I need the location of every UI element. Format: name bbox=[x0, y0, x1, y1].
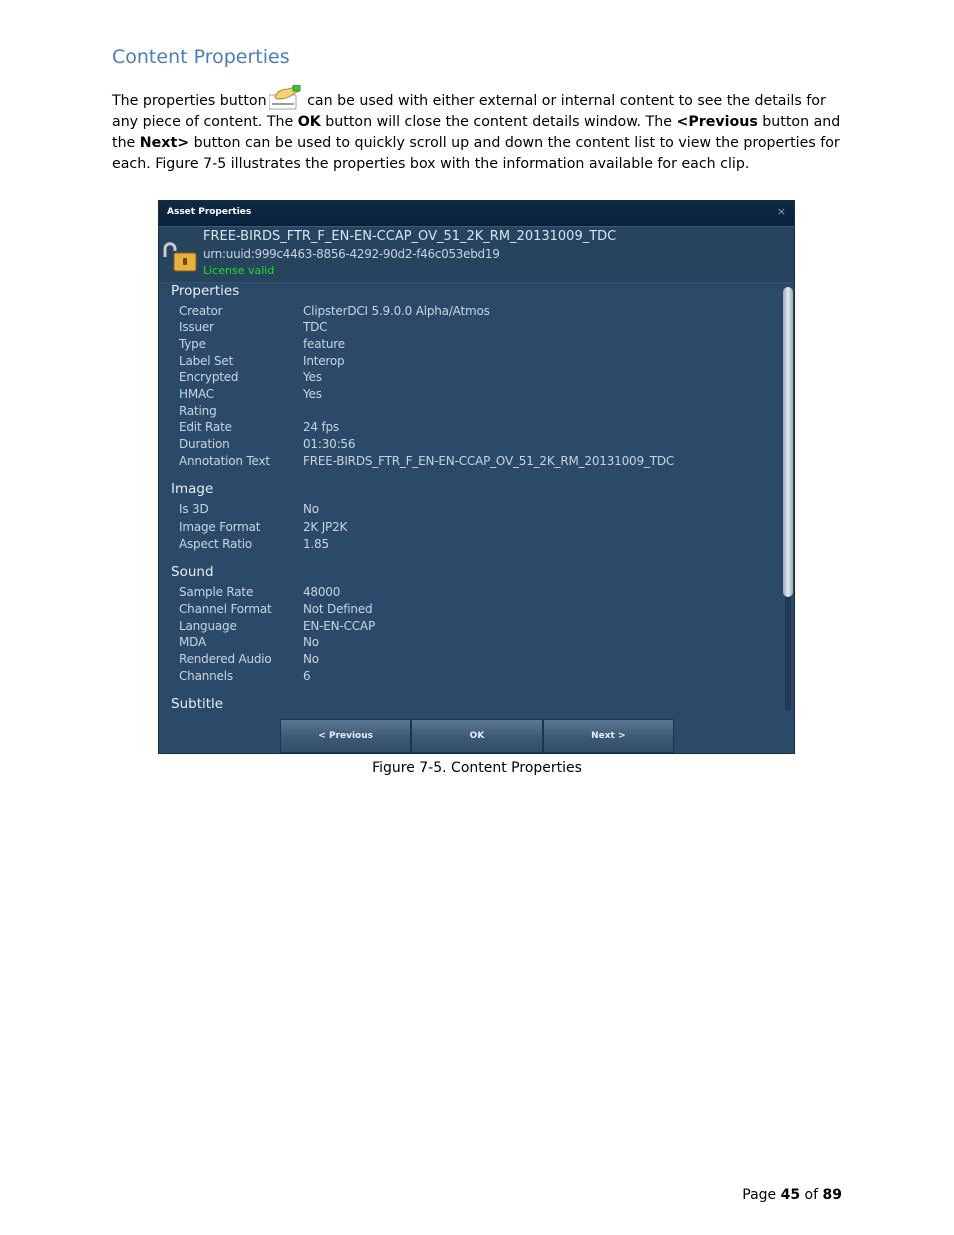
para-previous-bold: <Previous bbox=[676, 114, 758, 130]
previous-button[interactable]: < Previous bbox=[280, 719, 412, 753]
page-of: of bbox=[800, 1187, 823, 1203]
para-text-5: button can be used to quickly scroll up … bbox=[112, 135, 840, 172]
row-value: 01:30:56 bbox=[303, 437, 356, 451]
scrollbar-thumb[interactable] bbox=[783, 287, 793, 597]
row-value: 1.85 bbox=[303, 537, 329, 551]
asset-urn: urn:uuid:999c4463-8856-4292-90d2-f46c053… bbox=[203, 247, 500, 261]
row-value: 6 bbox=[303, 669, 311, 683]
lock-icon bbox=[162, 237, 198, 273]
row-value: No bbox=[303, 502, 319, 516]
row-value: 48000 bbox=[303, 585, 341, 599]
row-label: Duration bbox=[179, 437, 230, 451]
row-value: feature bbox=[303, 337, 345, 351]
window-titlebar[interactable]: Asset Properties × bbox=[159, 201, 794, 227]
row-label: Is 3D bbox=[179, 502, 209, 516]
para-text-3: button will close the content details wi… bbox=[320, 114, 677, 130]
page-heading: Content Properties bbox=[112, 46, 290, 68]
row-value: No bbox=[303, 652, 319, 666]
figure-caption: Figure 7-5. Content Properties bbox=[372, 760, 582, 776]
row-value: 2K JP2K bbox=[303, 520, 348, 534]
section-title-subtitle: Subtitle bbox=[171, 696, 224, 712]
page-total: 89 bbox=[822, 1187, 842, 1203]
row-label: Rating bbox=[179, 404, 217, 418]
properties-list[interactable]: Properties Creator ClipsterDCI 5.9.0.0 A… bbox=[159, 283, 779, 717]
dialog-button-bar: < Previous OK Next > bbox=[280, 719, 674, 753]
row-label: Language bbox=[179, 619, 237, 633]
page-current: 45 bbox=[780, 1187, 801, 1203]
section-title-properties: Properties bbox=[171, 283, 240, 299]
row-value: TDC bbox=[303, 320, 328, 334]
row-value: FREE-BIRDS_FTR_F_EN-EN-CCAP_OV_51_2K_RM_… bbox=[303, 454, 675, 468]
row-label: Channel Format bbox=[179, 602, 272, 616]
row-label: Rendered Audio bbox=[179, 652, 272, 666]
asset-header: FREE-BIRDS_FTR_F_EN-EN-CCAP_OV_51_2K_RM_… bbox=[159, 227, 794, 283]
page-number: Page 45 of 89 bbox=[742, 1187, 842, 1203]
properties-hand-icon bbox=[268, 84, 301, 111]
row-value: EN-EN-CCAP bbox=[303, 619, 375, 633]
ok-button[interactable]: OK bbox=[411, 719, 543, 753]
row-label: Sample Rate bbox=[179, 585, 254, 599]
row-value: ClipsterDCI 5.9.0.0 Alpha/Atmos bbox=[303, 304, 490, 318]
row-label: Aspect Ratio bbox=[179, 537, 252, 551]
row-label: Annotation Text bbox=[179, 454, 270, 468]
para-next-bold: Next> bbox=[139, 135, 190, 151]
section-title-sound: Sound bbox=[171, 564, 214, 580]
page-prefix: Page bbox=[742, 1187, 781, 1203]
window-title: Asset Properties bbox=[167, 207, 252, 217]
section-title-image: Image bbox=[171, 481, 214, 497]
row-value: Interop bbox=[303, 354, 345, 368]
row-value: No bbox=[303, 635, 319, 649]
next-button[interactable]: Next > bbox=[542, 719, 674, 753]
close-icon[interactable]: × bbox=[777, 205, 786, 218]
license-status: License valid bbox=[203, 264, 275, 277]
row-label: Type bbox=[179, 337, 206, 351]
asset-name: FREE-BIRDS_FTR_F_EN-EN-CCAP_OV_51_2K_RM_… bbox=[203, 229, 617, 244]
row-value: Not Defined bbox=[303, 602, 373, 616]
row-label: MDA bbox=[179, 635, 206, 649]
row-label: Issuer bbox=[179, 320, 214, 334]
asset-properties-window: Asset Properties × FREE-BIRDS_FTR_F_EN-E… bbox=[158, 200, 795, 754]
para-text-1: The properties button bbox=[112, 93, 267, 109]
row-label: Creator bbox=[179, 304, 223, 318]
row-label: Edit Rate bbox=[179, 420, 232, 434]
intro-paragraph: The properties button can be used with e… bbox=[112, 84, 852, 175]
para-ok-bold: OK bbox=[297, 114, 321, 130]
row-label: HMAC bbox=[179, 387, 214, 401]
row-value: Yes bbox=[303, 370, 322, 384]
row-label: Encrypted bbox=[179, 370, 239, 384]
row-value: 24 fps bbox=[303, 420, 339, 434]
row-value: Yes bbox=[303, 387, 322, 401]
row-label: Label Set bbox=[179, 354, 234, 368]
row-label: Channels bbox=[179, 669, 233, 683]
row-label: Image Format bbox=[179, 520, 261, 534]
